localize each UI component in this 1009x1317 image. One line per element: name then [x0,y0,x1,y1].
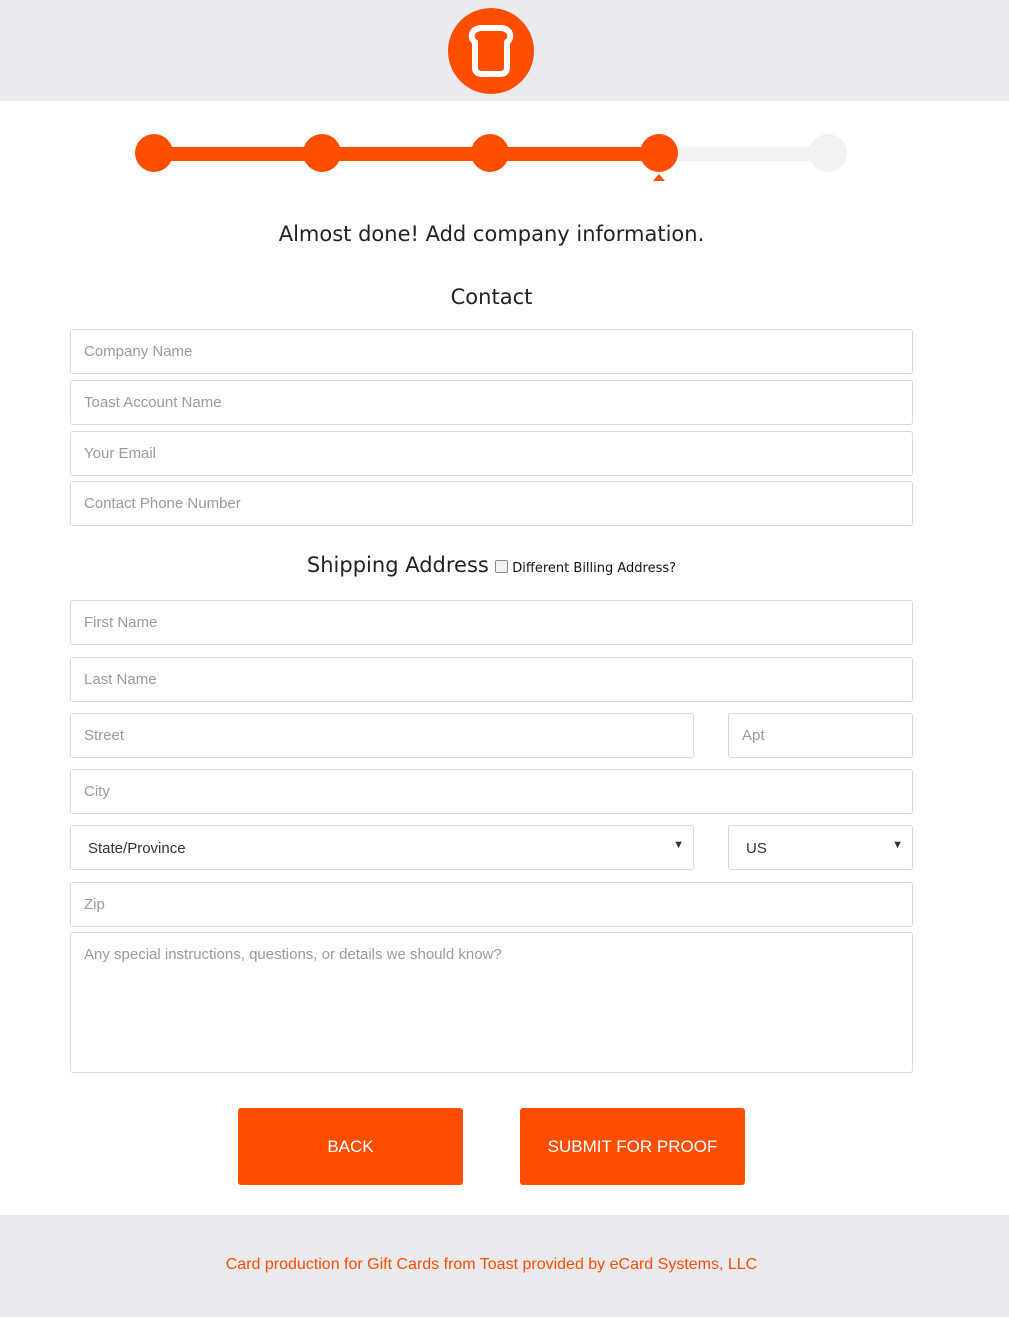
chevron-down-icon: ▼ [673,839,684,851]
state-province-value: State/Province [88,840,186,857]
progress-step-4 [640,134,678,172]
contact-section-title: Contact [450,285,533,309]
country-value: US [746,840,767,857]
page-title: Almost done! Add company information. [278,222,705,246]
shipping-section-title: Shipping Address [306,553,489,577]
country-select[interactable]: US ▼ [728,825,913,870]
current-step-indicator-icon [653,174,665,181]
street-input[interactable] [70,713,694,758]
different-billing-checkbox[interactable] [494,559,508,573]
submit-for-proof-button[interactable]: SUBMIT FOR PROOF [520,1108,745,1185]
toast-account-name-input[interactable] [70,380,913,425]
apt-input[interactable] [728,713,913,758]
progress-step-2 [303,134,341,172]
city-input[interactable] [70,769,913,814]
progress-track-completed [154,147,659,161]
contact-phone-input[interactable] [70,481,913,526]
email-input[interactable] [70,431,913,476]
zip-input[interactable] [70,882,913,927]
last-name-input[interactable] [70,657,913,702]
different-billing-label[interactable]: Different Billing Address? [512,561,676,576]
progress-step-5 [809,134,847,172]
state-province-select[interactable]: State/Province ▼ [70,825,694,870]
progress-step-3 [471,134,509,172]
shipping-header: Shipping Address Different Billing Addre… [0,553,983,577]
chevron-down-icon: ▼ [892,839,903,851]
special-instructions-textarea[interactable] [70,932,913,1073]
progress-step-1 [135,134,173,172]
back-button[interactable]: BACK [238,1108,463,1185]
company-name-input[interactable] [70,329,913,374]
footer-text: Card production for Gift Cards from Toas… [225,1256,758,1273]
progress-track-remaining [659,147,829,161]
first-name-input[interactable] [70,600,913,645]
toast-logo-icon [448,8,534,94]
